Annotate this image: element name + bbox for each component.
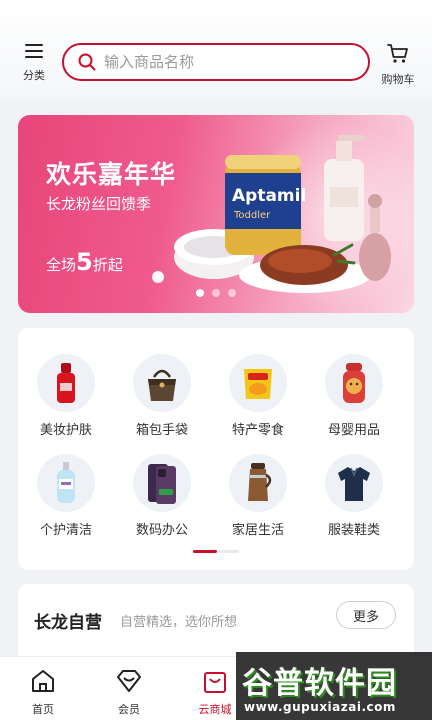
category-grid: 美妆护肤 箱包手袋 特产零食 母婴用品 个护清洁 数码办公 家居生活 服装鞋类: [18, 328, 414, 570]
banner-dot-3[interactable]: [228, 289, 236, 297]
category-home[interactable]: 家居生活: [210, 454, 306, 538]
more-button[interactable]: 更多: [336, 601, 396, 629]
nav-member[interactable]: 会员: [99, 667, 159, 717]
nav-home[interactable]: 首页: [13, 667, 73, 717]
search-bar[interactable]: [62, 43, 370, 81]
category-personal-care[interactable]: 个护清洁: [18, 454, 114, 538]
category-cosmetics[interactable]: 美妆护肤: [18, 354, 114, 438]
cart-label: 购物车: [381, 73, 415, 86]
banner-dots: [18, 289, 414, 297]
baby-bottle-icon: [343, 363, 365, 403]
category-label: 母婴用品: [327, 423, 380, 438]
category-handbag[interactable]: 箱包手袋: [114, 354, 210, 438]
category-clothing[interactable]: 服装鞋类: [306, 454, 402, 538]
search-input[interactable]: [104, 53, 344, 71]
category-snacks[interactable]: 特产零食: [210, 354, 306, 438]
category-label: 个护清洁: [39, 523, 92, 538]
section-subtitle: 自营精选，选你所想: [120, 615, 238, 630]
watermark-text: 谷普软件园: [242, 666, 397, 701]
banner-products-illustration: Aptamil Toddler: [152, 135, 391, 293]
cart-icon: [387, 44, 408, 63]
phone-icon: [148, 464, 176, 504]
section-title: 长龙自营: [34, 613, 102, 633]
category-label: 美妆护肤: [39, 423, 92, 438]
page-indicator-active: [193, 550, 217, 553]
banner-dot-2[interactable]: [212, 289, 220, 297]
cosmetics-icon: [57, 363, 75, 403]
category-button[interactable]: 分类: [10, 42, 58, 83]
watermark-url: www.gupuxiazai.com: [244, 700, 396, 714]
search-icon: [78, 53, 96, 71]
nav-label: 会员: [118, 703, 140, 716]
promo-banner[interactable]: 欢乐嘉年华 长龙粉丝回馈季 全场5折起 Aptamil Toddler: [18, 115, 414, 313]
category-label: 特产零食: [231, 423, 284, 438]
snack-icon: [244, 369, 272, 399]
home-icon: [32, 670, 54, 692]
nav-label: 首页: [32, 703, 54, 716]
category-baby[interactable]: 母婴用品: [306, 354, 402, 438]
product-sub: Toddler: [233, 210, 271, 221]
grid-page-indicator: [193, 550, 239, 553]
handbag-icon: [148, 369, 176, 401]
banner-dot-1[interactable]: [196, 289, 204, 297]
shirt-icon: [338, 467, 370, 501]
menu-icon: [25, 44, 43, 58]
member-icon: [117, 670, 141, 692]
thermos-icon: [248, 463, 272, 501]
page-indicator-inactive: [217, 550, 239, 553]
watermark: 谷普软件园 www.gupuxiazai.com: [236, 652, 432, 720]
cart-button[interactable]: 购物车: [374, 42, 422, 87]
category-label: 分类: [23, 69, 45, 82]
category-label: 服装鞋类: [327, 523, 380, 538]
category-label: 数码办公: [135, 523, 188, 538]
category-digital[interactable]: 数码办公: [114, 454, 210, 538]
category-label: 家居生活: [231, 523, 284, 538]
header: 分类 购物车: [0, 0, 432, 100]
product-label: Aptamil: [232, 186, 306, 206]
shop-bag-icon: [204, 672, 226, 693]
category-label: 箱包手袋: [135, 423, 188, 438]
shower-gel-icon: [57, 462, 75, 503]
